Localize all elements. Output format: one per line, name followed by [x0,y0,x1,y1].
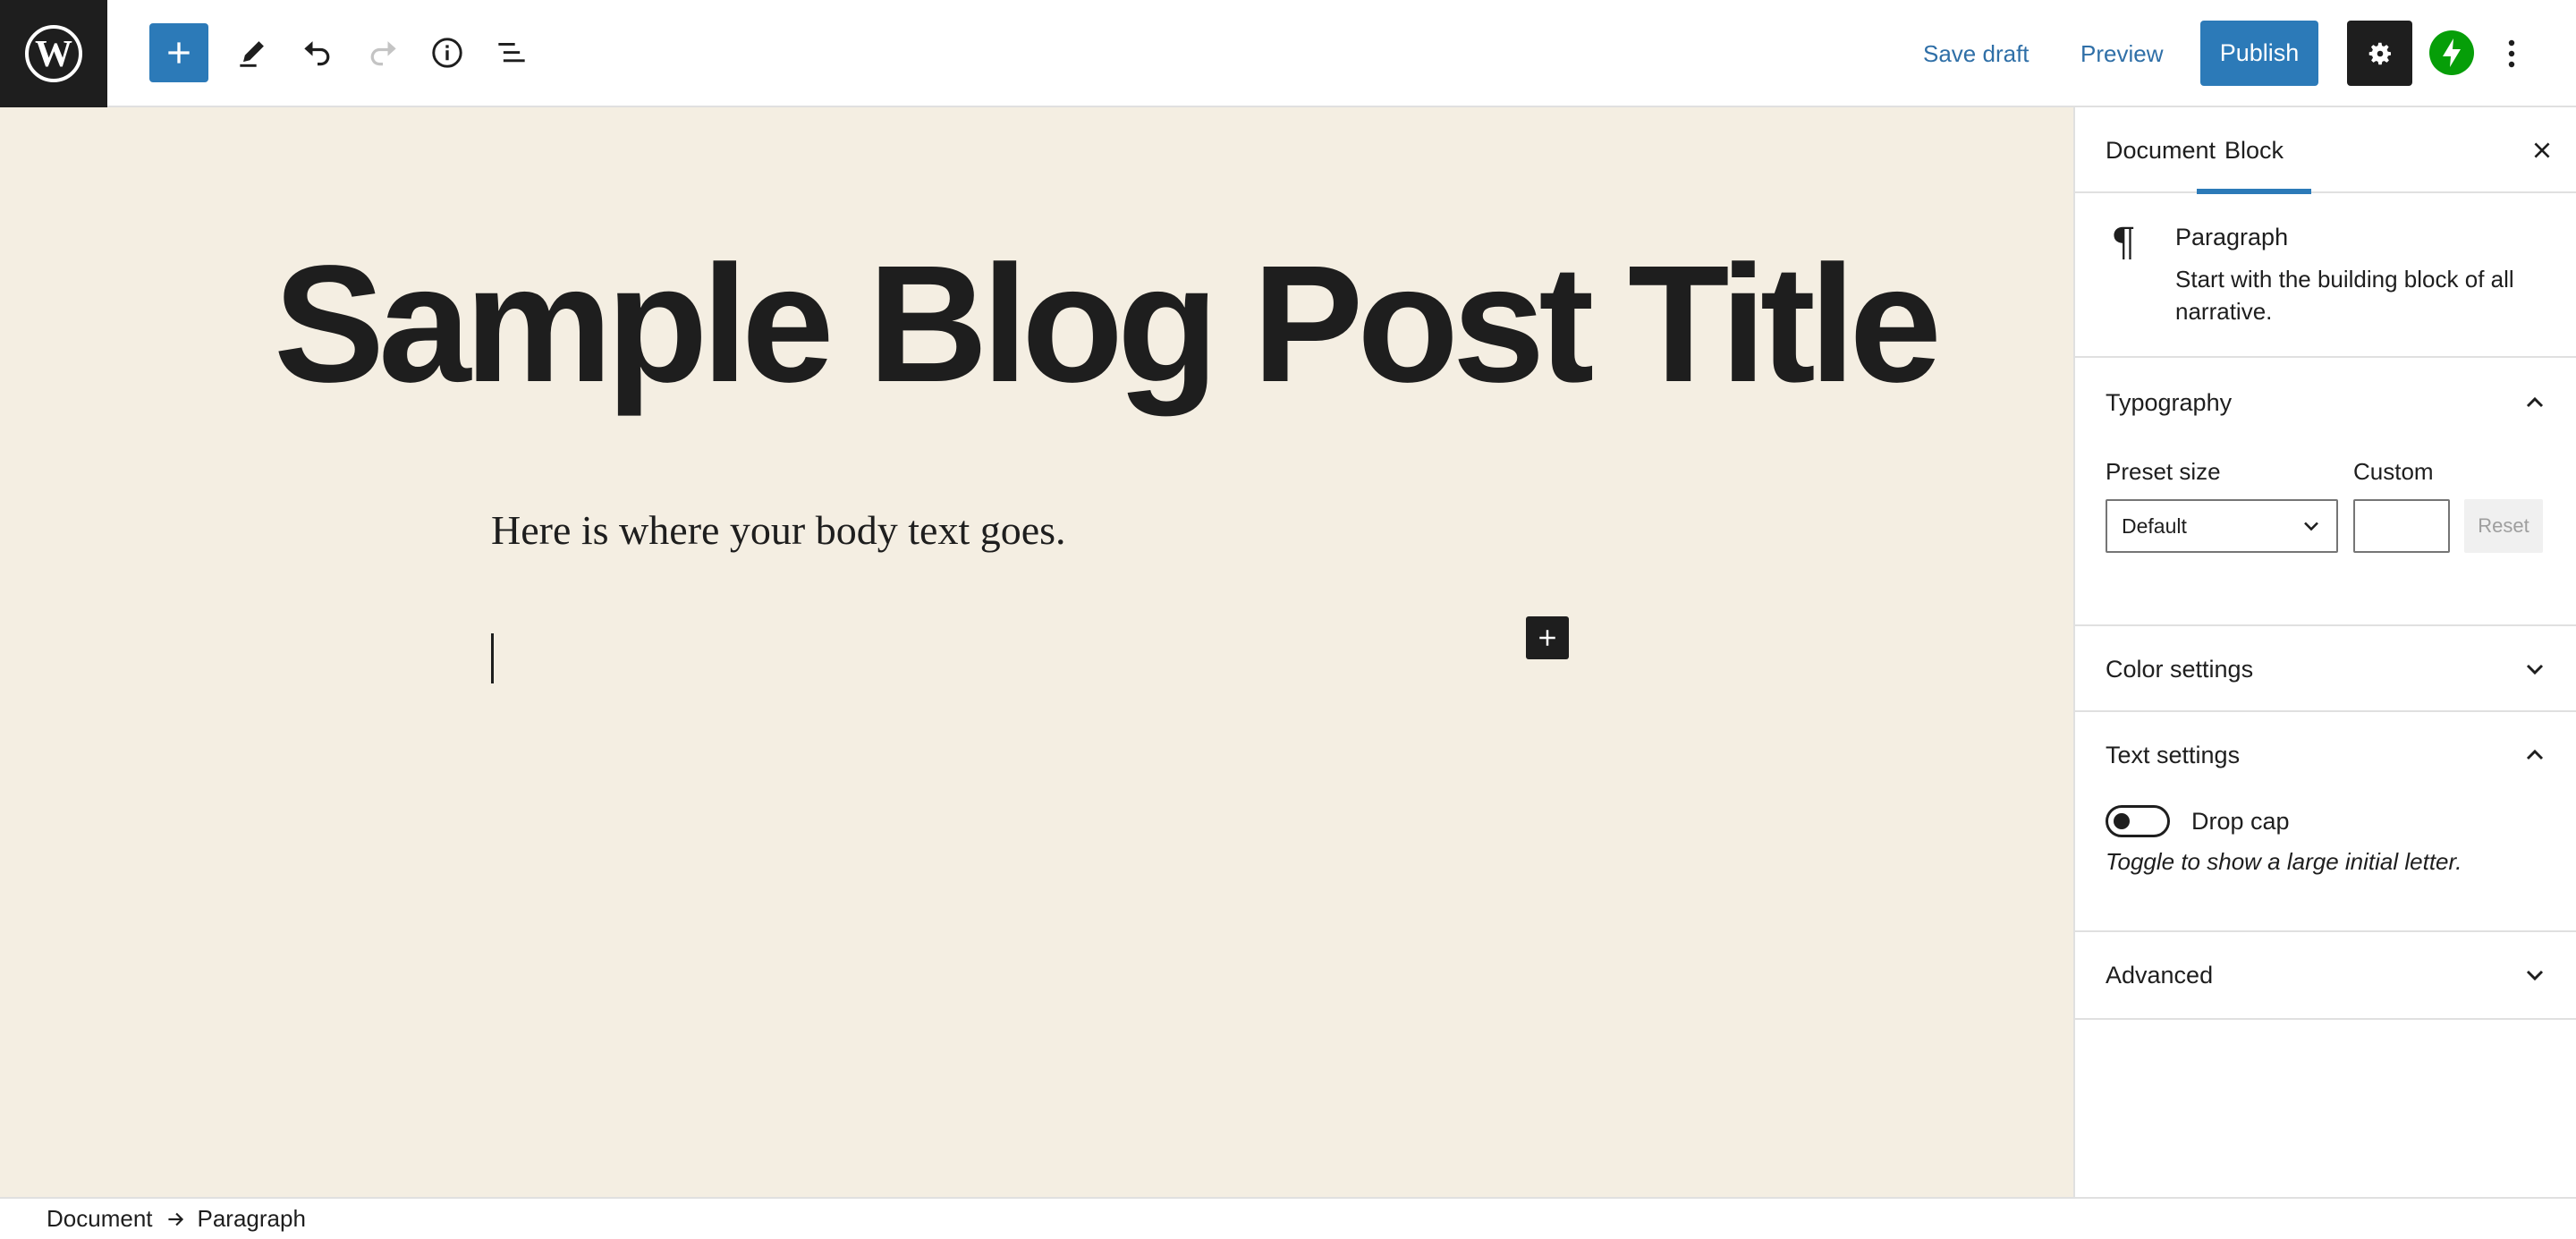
save-draft-button[interactable]: Save draft [1923,30,2029,77]
chevron-up-icon [2526,749,2544,760]
drop-cap-label: Drop cap [2191,808,2290,835]
toggle-knob [2114,813,2130,829]
gear-icon [2368,42,2391,64]
text-caret [491,633,494,683]
preset-size-select[interactable]: Default [2106,499,2338,553]
custom-size-input[interactable] [2353,499,2450,553]
add-block-button[interactable] [149,23,208,82]
paragraph-icon: ¶ [2111,220,2136,266]
block-name: Paragraph [2175,224,2289,250]
info-icon [432,38,462,68]
undo-button[interactable] [288,23,347,82]
breadcrumb-document[interactable]: Document [47,1205,153,1233]
close-icon [2534,142,2550,158]
custom-size-label: Custom [2353,458,2434,485]
jetpack-icon [2443,38,2461,67]
preset-size-value: Default [2122,514,2187,538]
preview-button[interactable]: Preview [2080,30,2163,77]
close-sidebar-button[interactable] [2524,132,2560,168]
panel-title: Text settings [2106,741,2241,768]
settings-sidebar: Document Block ¶ Paragraph Start with th… [2073,107,2576,1197]
publish-button[interactable]: Publish [2200,21,2318,86]
undo-icon [304,41,330,66]
panel-title: Advanced [2106,961,2214,989]
post-title[interactable]: Sample Blog Post Title [274,242,1942,408]
preset-size-label: Preset size [2106,458,2221,485]
block-breadcrumb: Document Paragraph [0,1197,2576,1239]
redo-button[interactable] [353,23,412,82]
wordpress-logo-icon[interactable]: W [0,0,107,107]
block-card: ¶ Paragraph Start with the building bloc… [2075,193,2576,358]
plus-icon [168,42,190,64]
chevron-up-icon [2526,396,2544,408]
editor-header: W Save draft Preview Publish [0,0,2576,107]
advanced-panel-toggle[interactable]: Advanced [2075,932,2576,1018]
more-vertical-icon [2508,39,2515,68]
arrow-right-icon [167,1212,183,1226]
paragraph-block[interactable]: Here is where your body text goes. [491,506,1066,554]
chevron-down-icon [2304,522,2318,531]
sidebar-tabs: Document Block [2075,107,2576,194]
pencil-icon [240,41,264,67]
wordpress-logo-svg: W [25,25,82,82]
inline-add-block-button[interactable] [1526,616,1569,659]
divider [2075,1018,2576,1020]
chevron-down-icon [2526,664,2544,675]
list-view-icon [498,43,525,63]
typography-panel-toggle[interactable]: Typography [2075,360,2576,446]
panel-title: Color settings [2106,655,2254,683]
svg-text:W: W [35,34,72,75]
chevron-down-icon [2526,970,2544,981]
settings-button[interactable] [2347,21,2412,86]
editor-canvas: Sample Blog Post Title Here is where you… [0,107,2073,1197]
tools-button[interactable] [224,23,283,82]
drop-cap-toggle[interactable] [2106,805,2170,837]
color-settings-panel-toggle[interactable]: Color settings [2075,626,2576,712]
more-options-button[interactable] [2496,27,2528,81]
list-view-button[interactable] [482,23,541,82]
redo-icon [370,41,396,66]
drop-cap-help: Toggle to show a large initial letter. [2106,848,2462,875]
plus-icon [1539,630,1555,646]
breadcrumb-paragraph[interactable]: Paragraph [198,1205,306,1233]
text-settings-panel-toggle[interactable]: Text settings [2075,712,2576,798]
details-button[interactable] [418,23,477,82]
jetpack-button[interactable] [2429,30,2474,75]
block-description: Start with the building block of all nar… [2175,266,2514,325]
panel-title: Typography [2106,388,2233,416]
tab-block[interactable]: Block [2197,107,2311,194]
reset-button[interactable]: Reset [2464,499,2543,553]
